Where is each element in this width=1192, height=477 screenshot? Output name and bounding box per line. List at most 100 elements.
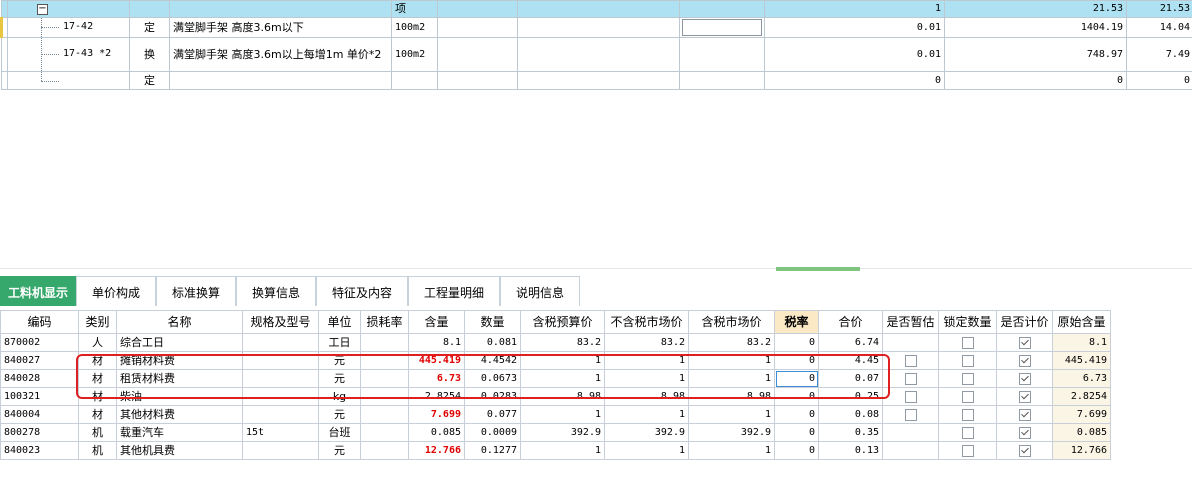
tab-features[interactable]: 特征及内容 (316, 276, 408, 306)
cell-loss-rate[interactable] (360, 387, 409, 406)
cell-tax-budget-price[interactable]: 1 (520, 351, 605, 370)
parent-row[interactable]: − 项 1 21.53 21.53 (1, 0, 1192, 18)
col-content[interactable]: 含量 (408, 310, 465, 334)
splitter-handle[interactable] (776, 267, 860, 271)
cell-total[interactable]: 0.25 (818, 387, 883, 406)
cell-unit[interactable]: 元 (318, 405, 361, 424)
cell-unit[interactable]: 台班 (318, 423, 361, 442)
cell-name[interactable]: 租赁材料费 (116, 369, 243, 388)
col-notax-market-price[interactable]: 不含税市场价 (604, 310, 689, 334)
cell-unit[interactable]: kg (318, 387, 361, 406)
cell-total[interactable]: 4.45 (818, 351, 883, 370)
priced-checkbox[interactable] (1018, 391, 1031, 403)
lock-qty-checkbox[interactable] (961, 409, 974, 421)
cell-code[interactable]: 840023 (0, 441, 79, 460)
cell-content[interactable]: 445.419 (408, 351, 465, 370)
table-row[interactable]: 840028 材租赁材料费元 6.73 0.0673 1 1 1 0 0.07 6.73 (0, 369, 1111, 388)
cell-name[interactable]: 柴油 (116, 387, 243, 406)
cell-code[interactable]: 870002 (0, 333, 79, 352)
cell-loss-rate[interactable] (360, 405, 409, 424)
col-unit[interactable]: 单位 (318, 310, 361, 334)
cell-name[interactable]: 载重汽车 (116, 423, 243, 442)
cell-spec[interactable] (242, 405, 319, 424)
tab-standard-conversion[interactable]: 标准换算 (156, 276, 236, 306)
cell-category[interactable]: 材 (78, 369, 117, 388)
priced-checkbox[interactable] (1018, 427, 1031, 439)
cell-tax-rate[interactable]: 0 (774, 441, 819, 460)
cell-content[interactable]: 2.8254 (408, 387, 465, 406)
cell-category[interactable]: 材 (78, 387, 117, 406)
cell-notax-market-price[interactable]: 83.2 (604, 333, 689, 352)
table-row[interactable]: 840004 材其他材料费元 7.699 0.077 1 1 1 0 0.08 7.699 (0, 405, 1111, 424)
cell-spec[interactable] (242, 387, 319, 406)
cell-code[interactable]: 840028 (0, 369, 79, 388)
priced-checkbox[interactable] (1018, 337, 1031, 349)
col-priced[interactable]: 是否计价 (996, 310, 1053, 334)
cell-tax-budget-price[interactable]: 1 (520, 369, 605, 388)
col-original-content[interactable]: 原始含量 (1052, 310, 1111, 334)
cell-name[interactable]: 其他材料费 (116, 405, 243, 424)
cell-tax-budget-price[interactable]: 83.2 (520, 333, 605, 352)
col-quantity[interactable]: 数量 (464, 310, 521, 334)
cell-quantity[interactable]: 4.4542 (464, 351, 521, 370)
cell-notax-market-price[interactable]: 1 (604, 441, 689, 460)
provisional-checkbox[interactable] (904, 409, 917, 421)
cell-tax-rate[interactable]: 0 (774, 333, 819, 352)
col-provisional[interactable]: 是否暂估 (882, 310, 939, 334)
table-row[interactable]: 870002 人综合工日 工日 8.1 0.081 83.2 83.2 83.2 0 6.74 8.… (0, 333, 1111, 352)
cell-original-content[interactable]: 12.766 (1052, 441, 1111, 460)
cell-notax-market-price[interactable]: 392.9 (604, 423, 689, 442)
cell-total[interactable]: 0.13 (818, 441, 883, 460)
cell-tax-market-price[interactable]: 8.98 (688, 387, 775, 406)
cell-category[interactable]: 机 (78, 423, 117, 442)
cell-spec[interactable] (242, 333, 319, 352)
cell-spec[interactable] (242, 441, 319, 460)
cell-content[interactable]: 12.766 (408, 441, 465, 460)
cell-code[interactable]: 100321 (0, 387, 79, 406)
quota-row[interactable]: 定 0 0 0 (1, 71, 1192, 90)
provisional-checkbox[interactable] (904, 391, 917, 403)
quota-row[interactable]: 17-42 定 满堂脚手架 高度3.6m以下 100m2 0.01 1404.1… (0, 17, 1192, 38)
cell-loss-rate[interactable] (360, 351, 409, 370)
col-spec[interactable]: 规格及型号 (242, 310, 319, 334)
cell-unit[interactable]: 元 (318, 351, 361, 370)
table-row[interactable]: 840023 机其他机具费元 12.766 0.1277 1 1 1 0 0.13 12.766 (0, 441, 1111, 460)
cell-original-content[interactable]: 0.085 (1052, 423, 1111, 442)
cell-code[interactable]: 840004 (0, 405, 79, 424)
cell-notax-market-price[interactable]: 8.98 (604, 387, 689, 406)
cell-content[interactable]: 7.699 (408, 405, 465, 424)
cell-tax-budget-price[interactable]: 1 (520, 405, 605, 424)
minus-icon[interactable]: − (37, 3, 48, 15)
cell-content[interactable]: 6.73 (408, 369, 465, 388)
col-name[interactable]: 名称 (116, 310, 243, 334)
cell-unit[interactable]: 工日 (318, 333, 361, 352)
cell-original-content[interactable]: 445.419 (1052, 351, 1111, 370)
cell-tax-market-price[interactable]: 83.2 (688, 333, 775, 352)
cell-tax-rate[interactable]: 0 (774, 351, 819, 370)
cell-original-content[interactable]: 7.699 (1052, 405, 1111, 424)
cell-loss-rate[interactable] (360, 333, 409, 352)
provisional-checkbox[interactable] (904, 373, 917, 385)
cell-total[interactable]: 6.74 (818, 333, 883, 352)
provisional-checkbox[interactable] (904, 355, 917, 367)
table-row[interactable]: 100321 材柴油 kg 2.8254 0.0283 8.98 8.98 8.98 0 0.25… (0, 387, 1111, 406)
cell-code[interactable]: 800278 (0, 423, 79, 442)
cell-name[interactable]: 摊销材料费 (116, 351, 243, 370)
cell-category[interactable]: 人 (78, 333, 117, 352)
col-tax-market-price[interactable]: 含税市场价 (688, 310, 775, 334)
cell-tax-market-price[interactable]: 1 (688, 369, 775, 388)
cell-spec[interactable] (242, 369, 319, 388)
cell-tax-market-price[interactable]: 392.9 (688, 423, 775, 442)
tab-description[interactable]: 说明信息 (500, 276, 580, 306)
cell-name[interactable]: 其他机具费 (116, 441, 243, 460)
cell-quantity[interactable]: 0.081 (464, 333, 521, 352)
tab-conversion-info[interactable]: 换算信息 (236, 276, 316, 306)
lock-qty-checkbox[interactable] (961, 373, 974, 385)
cell-quantity[interactable]: 0.1277 (464, 441, 521, 460)
cell-loss-rate[interactable] (360, 369, 409, 388)
cell-tax-budget-price[interactable]: 8.98 (520, 387, 605, 406)
tab-unit-price-composition[interactable]: 单价构成 (76, 276, 156, 306)
cell-content[interactable]: 0.085 (408, 423, 465, 442)
cell-notax-market-price[interactable]: 1 (604, 405, 689, 424)
cell-category[interactable]: 材 (78, 351, 117, 370)
